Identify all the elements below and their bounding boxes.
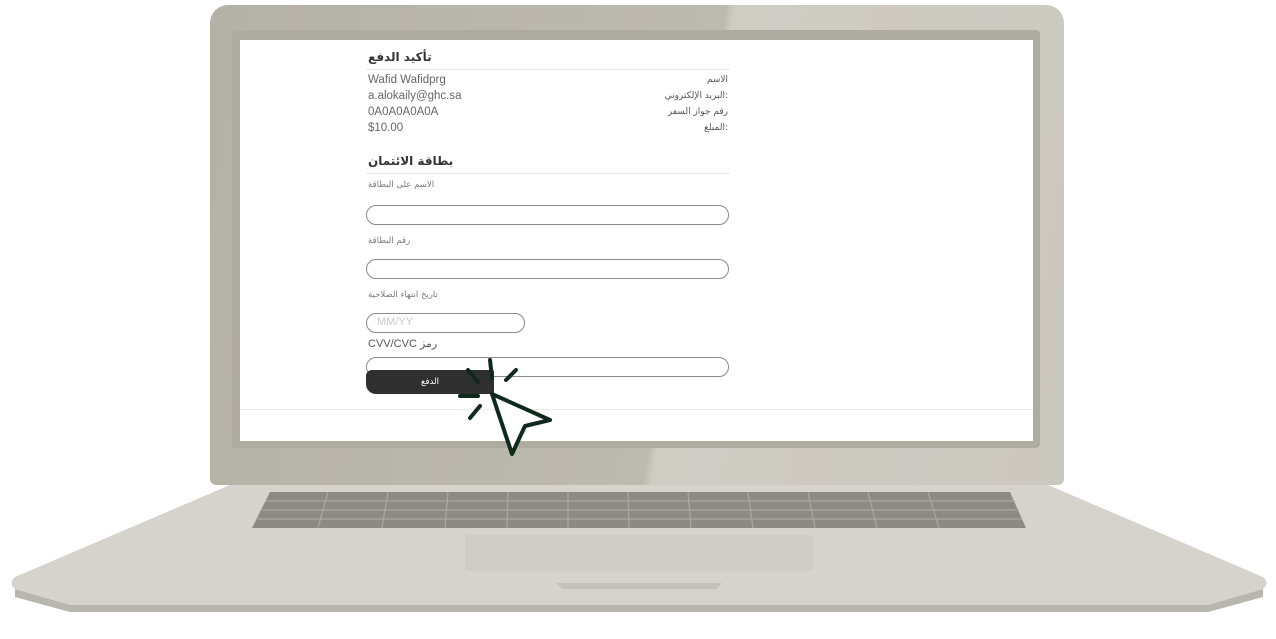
email-label: :البريد الإلكتروني [664,91,728,101]
amount-row: $10.00 :المبلغ [366,122,730,138]
amount-label: :المبلغ [704,123,728,133]
passport-value: 0A0A0A0A0A [368,106,439,118]
email-row: a.alokaily@ghc.sa :البريد الإلكتروني [366,90,730,106]
name-value: Wafid Wafidprg [368,74,446,86]
trackpad [465,535,813,571]
expiry-input[interactable]: MM/YY [366,313,525,333]
credit-card-title: بطاقة الائتمان [366,152,730,174]
expiry-label: تاريخ انتهاء الصلاحية [368,290,438,300]
name-row: Wafid Wafidprg الاسم [366,74,730,90]
page-footer-divider [240,409,1033,410]
card-number-label: رقم البطاقة [368,236,411,246]
expiry-placeholder: MM/YY [377,316,414,328]
payment-form: تأكيد الدفع Wafid Wafidprg الاسم a.aloka… [366,48,730,394]
passport-row: 0A0A0A0A0A رقم جواز السفر [366,106,730,122]
card-number-input[interactable] [366,259,729,279]
click-cursor-icon [458,358,552,456]
amount-value: $10.00 [368,122,404,134]
cvv-label: رمز CVV/CVC [368,338,438,350]
browser-screen: تأكيد الدفع Wafid Wafidprg الاسم a.aloka… [240,40,1033,441]
name-on-card-label: الاسم على البطاقة [368,180,435,190]
name-label: الاسم [706,75,728,85]
payment-confirmation-title: تأكيد الدفع [366,48,730,70]
name-on-card-input[interactable] [366,205,729,225]
passport-label: رقم جواز السفر [667,107,728,117]
email-value: a.alokaily@ghc.sa [368,90,462,102]
